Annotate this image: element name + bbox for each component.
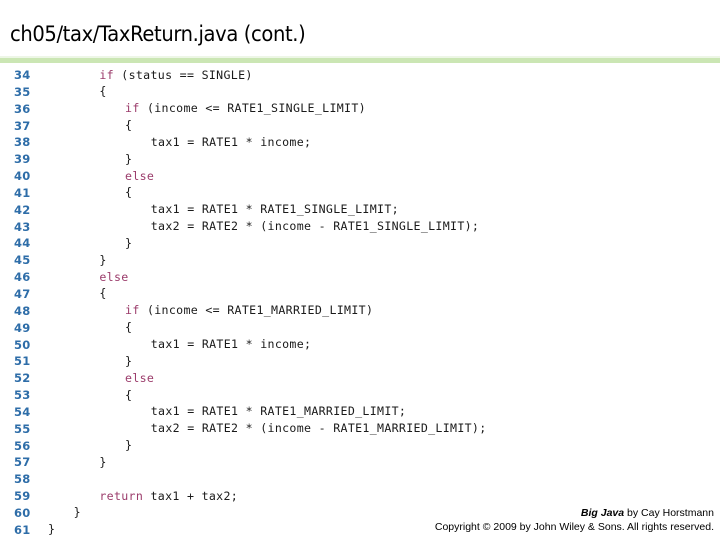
- code-line-number: 45: [14, 253, 31, 268]
- code-line: 46 else: [0, 270, 720, 287]
- attribution-byline: Big Java by Cay Horstmann: [435, 507, 714, 521]
- code-line: 44}: [0, 236, 720, 253]
- code-line-text: {: [125, 320, 133, 335]
- code-line-text: else: [125, 169, 154, 183]
- code-line: 39}: [0, 152, 720, 169]
- code-line: 52 else: [0, 371, 720, 388]
- code-line-text: {: [125, 185, 133, 200]
- code-line-text: {: [125, 118, 133, 133]
- code-line-number: 46: [14, 270, 31, 285]
- code-line-text: if (income <= RATE1_SINGLE_LIMIT): [125, 101, 366, 116]
- code-line: 50 tax1 = RATE1 * income;: [0, 337, 720, 355]
- code-line-number: 53: [14, 388, 31, 403]
- code-line: 51}: [0, 354, 720, 371]
- code-line-text: else: [125, 371, 154, 385]
- code-line-number: 44: [14, 236, 31, 251]
- code-line-text: }: [125, 235, 133, 250]
- code-keyword: if: [125, 101, 140, 116]
- code-line: 48 if (income <= RATE1_MARRIED_LIMIT): [0, 303, 720, 321]
- code-line: 43 tax2 = RATE2 * (income - RATE1_SINGLE_…: [0, 219, 720, 237]
- code-line: 47 {: [0, 286, 720, 304]
- code-line-number: 40: [14, 169, 31, 184]
- code-line-text: }: [125, 438, 133, 453]
- code-line-number: 50: [14, 337, 31, 352]
- code-line-number: 37: [14, 118, 31, 133]
- code-line-number: 48: [14, 303, 31, 318]
- copyright-notice: Copyright © 2009 by John Wiley & Sons. A…: [434, 520, 714, 533]
- code-line-text: }: [99, 252, 107, 267]
- code-line-text: if (status == SINGLE): [99, 67, 253, 82]
- code-line-text: {: [125, 387, 133, 402]
- code-line-number: 34: [14, 68, 31, 82]
- code-line-number: 42: [14, 202, 31, 217]
- code-line: 35 {: [0, 84, 720, 102]
- code-line: 53 {: [0, 388, 720, 405]
- code-line: 54 tax1 = RATE1 * RATE1_MARRIED_LIMIT;: [0, 404, 720, 422]
- code-keyword: else: [125, 370, 155, 385]
- code-line-text: tax2 = RATE2 * (income - RATE1_SINGLE_LI…: [150, 219, 480, 234]
- code-line-text: }: [99, 454, 107, 469]
- code-line-text: tax1 = RATE1 * RATE1_MARRIED_LIMIT;: [150, 404, 407, 419]
- code-line-number: 38: [14, 135, 31, 150]
- code-line: 57}: [0, 455, 720, 472]
- code-line-text: }: [48, 522, 56, 537]
- code-keyword: if: [99, 67, 114, 82]
- book-author: by Cay Horstmann: [624, 507, 714, 519]
- code-line-number: 57: [14, 455, 31, 470]
- code-line-text: else: [99, 270, 128, 284]
- code-line: 45}: [0, 253, 720, 270]
- code-line-text: tax2 = RATE2 * (income - RATE1_MARRIED_L…: [150, 421, 487, 436]
- title-divider: [0, 58, 720, 63]
- code-line-number: 56: [14, 438, 31, 453]
- code-line-text: {: [99, 286, 107, 301]
- code-line-number: 47: [14, 286, 31, 301]
- code-line-number: 43: [14, 219, 31, 234]
- code-line-number: 49: [14, 320, 31, 335]
- code-keyword: else: [125, 168, 155, 183]
- code-listing: 34 if (status == SINGLE) 35 {36 if (income <…: [0, 68, 720, 540]
- code-line: 37 {: [0, 118, 720, 136]
- code-line: 38 tax1 = RATE1 * income;: [0, 135, 720, 152]
- code-line: 40 else: [0, 169, 720, 186]
- code-line: 58: [0, 472, 720, 489]
- code-line: 34 if (status == SINGLE): [0, 68, 720, 85]
- code-keyword: return: [99, 488, 144, 503]
- book-title: Big Java: [580, 507, 625, 519]
- code-line: 49 {: [0, 320, 720, 338]
- code-line-text: }: [73, 505, 81, 520]
- code-line-number: 36: [14, 101, 31, 116]
- code-line: 42 tax1 = RATE1 * RATE1_SINGLE_LIMIT;: [0, 202, 720, 220]
- code-line-number: 61: [14, 522, 31, 537]
- code-line-number: 58: [14, 472, 31, 487]
- code-line-number: 52: [14, 371, 31, 386]
- code-line-text: return tax1 + tax2;: [99, 488, 239, 503]
- attribution: Big Java by Cay Horstmann Copyright © 20…: [435, 507, 714, 534]
- code-line-number: 51: [14, 354, 31, 369]
- code-line-number: 55: [14, 421, 31, 436]
- code-line-text: if (income <= RATE1_MARRIED_LIMIT): [125, 303, 374, 318]
- code-line-text: {: [99, 84, 107, 99]
- code-line-text: tax1 = RATE1 * income;: [150, 134, 312, 149]
- code-keyword: else: [99, 269, 129, 284]
- code-line-text: }: [125, 353, 133, 368]
- code-line-number: 41: [14, 185, 31, 200]
- page-title: ch05/tax/TaxReturn.java (cont.): [10, 22, 306, 46]
- code-line: 59 return tax1 + tax2;: [0, 489, 720, 506]
- code-line-text: }: [125, 151, 133, 166]
- code-line: 41 {: [0, 185, 720, 203]
- code-line: 36 if (income <= RATE1_SINGLE_LIMIT): [0, 101, 720, 119]
- code-line: 56}: [0, 438, 720, 456]
- code-line: 55 tax2 = RATE2 * (income - RATE1_MARRIED…: [0, 421, 720, 439]
- code-line-text: tax1 = RATE1 * RATE1_SINGLE_LIMIT;: [150, 202, 399, 217]
- code-line-number: 59: [14, 489, 31, 504]
- code-line-number: 39: [14, 152, 31, 167]
- slide: ch05/tax/TaxReturn.java (cont.) 34 if (st…: [0, 0, 720, 540]
- code-line-number: 60: [14, 505, 31, 520]
- code-line-number: 35: [14, 84, 31, 99]
- code-line-number: 54: [14, 404, 31, 419]
- code-line-text: tax1 = RATE1 * income;: [150, 337, 312, 351]
- code-keyword: if: [125, 303, 140, 318]
